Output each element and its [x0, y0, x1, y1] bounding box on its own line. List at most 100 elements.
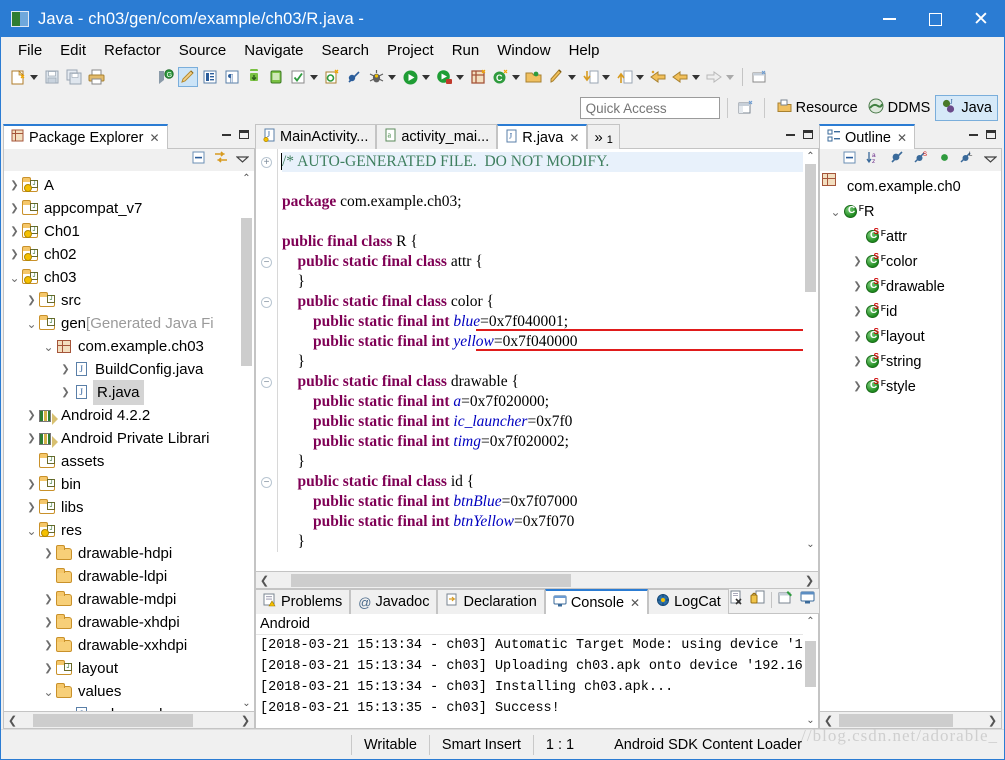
code-line[interactable]: public final class R { — [282, 232, 818, 252]
sort-icon[interactable]: az — [866, 150, 881, 170]
minimize-button[interactable] — [866, 1, 912, 37]
back-icon[interactable] — [648, 67, 668, 87]
outline-item[interactable]: ❯SFstyle — [820, 374, 1001, 399]
code-line[interactable]: public static final int blue=0x7f040001; — [282, 312, 818, 332]
code-line[interactable]: } — [282, 352, 818, 372]
tree-item[interactable]: Jassets — [4, 450, 254, 473]
chevron-right-icon[interactable]: ❯ — [850, 356, 865, 367]
open-type-icon[interactable] — [524, 67, 544, 87]
forward-icon[interactable] — [704, 67, 724, 87]
package-explorer-hscrollbar[interactable]: ❮ ❯ — [3, 712, 255, 729]
hide-static-icon[interactable]: S — [914, 150, 929, 170]
chevron-right-icon[interactable]: ❯ — [59, 364, 72, 375]
back-history-icon[interactable] — [670, 67, 690, 87]
chevron-right-icon[interactable]: ❯ — [850, 331, 865, 342]
code-line[interactable]: public static final int a=0x7f020000; — [282, 392, 818, 412]
search-dropdown-icon[interactable] — [568, 75, 576, 80]
console-vscrollbar[interactable]: ⌃ ⌄ — [803, 614, 818, 728]
collapse-all-icon[interactable] — [191, 150, 206, 170]
editor-folding-gutter[interactable]: +−−−− — [256, 149, 278, 552]
forward-dropdown-icon[interactable] — [726, 75, 734, 80]
chevron-down-icon[interactable]: ⌄ — [25, 524, 38, 538]
next-annotation-dropdown-icon[interactable] — [602, 75, 610, 80]
minimize-view-icon[interactable] — [969, 134, 978, 136]
code-line[interactable]: /* AUTO-GENERATED FILE. DO NOT MODIFY. — [282, 152, 818, 172]
menu-source[interactable]: Source — [170, 40, 236, 61]
new-android-test-icon[interactable]: ¶ — [222, 67, 242, 87]
tree-item[interactable]: ❯drawable-xxhdpi — [4, 634, 254, 657]
new-wizard-icon[interactable] — [8, 67, 28, 87]
tree-item[interactable]: ⌄com.example.ch03 — [4, 335, 254, 358]
editor-code[interactable]: /* AUTO-GENERATED FILE. DO NOT MODIFY. p… — [278, 149, 818, 552]
quick-access-input[interactable] — [580, 97, 720, 119]
chevron-down-icon[interactable]: ⌄ — [828, 205, 843, 219]
chevron-right-icon[interactable]: ❯ — [42, 594, 55, 605]
next-annotation-icon[interactable] — [580, 67, 600, 87]
chevron-right-icon[interactable]: ❯ — [8, 249, 21, 260]
tree-item[interactable]: ⌄values — [4, 680, 254, 703]
code-line[interactable]: public static final int timg=0x7f020002; — [282, 432, 818, 452]
hide-local-types-icon[interactable]: L — [960, 150, 975, 170]
pin-console-icon[interactable] — [778, 590, 794, 610]
scroll-up-icon[interactable]: ⌃ — [803, 149, 818, 164]
close-icon[interactable]: ✕ — [569, 131, 579, 145]
import-apk-icon[interactable] — [266, 67, 286, 87]
chevron-right-icon[interactable]: ❯ — [25, 433, 38, 444]
chevron-right-icon[interactable]: ❯ — [850, 281, 865, 292]
code-line[interactable]: } — [282, 272, 818, 292]
chevron-down-icon[interactable]: ⌄ — [25, 317, 38, 331]
editor-tab-overflow[interactable]: »1 — [587, 124, 619, 149]
chevron-right-icon[interactable]: ❯ — [25, 502, 38, 513]
close-button[interactable]: ✕ — [958, 1, 1004, 37]
new-wizard-dropdown-icon[interactable] — [30, 75, 38, 80]
console-output[interactable]: [2018-03-21 15:13:34 - ch03] Automatic T… — [256, 635, 818, 719]
outline-item[interactable]: ⌄FR — [820, 199, 1001, 224]
menu-edit[interactable]: Edit — [51, 40, 95, 61]
code-line[interactable]: } — [282, 452, 818, 472]
outline-item[interactable]: ❯SFdrawable — [820, 274, 1001, 299]
outline-item[interactable]: com.example.ch0 — [820, 174, 1001, 199]
tab-outline[interactable]: Outline ✕ — [819, 124, 915, 149]
code-line[interactable]: public static final class attr { — [282, 252, 818, 272]
checkmark-icon[interactable] — [288, 67, 308, 87]
chevron-right-icon[interactable]: ❯ — [59, 387, 72, 398]
menu-refactor[interactable]: Refactor — [95, 40, 170, 61]
search-icon[interactable] — [546, 67, 566, 87]
code-line[interactable]: package com.example.ch03; — [282, 192, 818, 212]
scroll-left-icon[interactable]: ❮ — [256, 574, 273, 587]
outline-item[interactable]: ❯SFid — [820, 299, 1001, 324]
scroll-down-icon[interactable]: ⌄ — [803, 713, 818, 728]
menu-help[interactable]: Help — [560, 40, 609, 61]
back-dropdown-icon[interactable] — [692, 75, 700, 80]
code-line[interactable]: public static final class color { — [282, 292, 818, 312]
tree-item[interactable]: ❯Jlayout — [4, 657, 254, 680]
chevron-right-icon[interactable]: ❯ — [42, 548, 55, 559]
code-line[interactable] — [282, 212, 818, 232]
menu-file[interactable]: File — [9, 40, 51, 61]
tab-package-explorer[interactable]: Package Explorer ✕ — [3, 124, 168, 149]
tree-item[interactable]: ❯BuildConfig.java — [4, 358, 254, 381]
android-avd-manager-icon[interactable] — [178, 67, 198, 87]
fold-toggle-icon[interactable]: − — [256, 292, 277, 312]
tab-activity-main-xml[interactable]: a activity_mai... — [376, 124, 497, 149]
fold-toggle-icon[interactable]: + — [256, 152, 277, 172]
chevron-right-icon[interactable]: ❯ — [850, 381, 865, 392]
chevron-right-icon[interactable]: ❯ — [25, 479, 38, 490]
chevron-right-icon[interactable]: ❯ — [850, 306, 865, 317]
tab-problems[interactable]: Problems — [255, 589, 350, 614]
menu-search[interactable]: Search — [312, 40, 378, 61]
tree-item[interactable]: ❯Jbin — [4, 473, 254, 496]
outline-hscrollbar[interactable]: ❮ ❯ — [819, 712, 1002, 729]
chevron-down-icon[interactable]: ⌄ — [8, 271, 21, 285]
open-perspective-icon[interactable] — [736, 98, 756, 118]
link-with-editor-icon[interactable] — [213, 150, 229, 170]
package-explorer-vscrollbar[interactable]: ⌃ ⌄ — [239, 171, 254, 711]
view-menu-icon[interactable] — [984, 151, 997, 169]
code-line[interactable]: public static final class drawable { — [282, 372, 818, 392]
new-java-class-dropdown-icon[interactable] — [512, 75, 520, 80]
clear-console-icon[interactable] — [729, 590, 744, 610]
tree-item[interactable]: ⌄Jch03 — [4, 266, 254, 289]
perspective-java[interactable]: J Java — [935, 95, 998, 121]
chevron-right-icon[interactable]: ❯ — [8, 203, 21, 214]
close-icon[interactable]: ✕ — [149, 131, 159, 145]
